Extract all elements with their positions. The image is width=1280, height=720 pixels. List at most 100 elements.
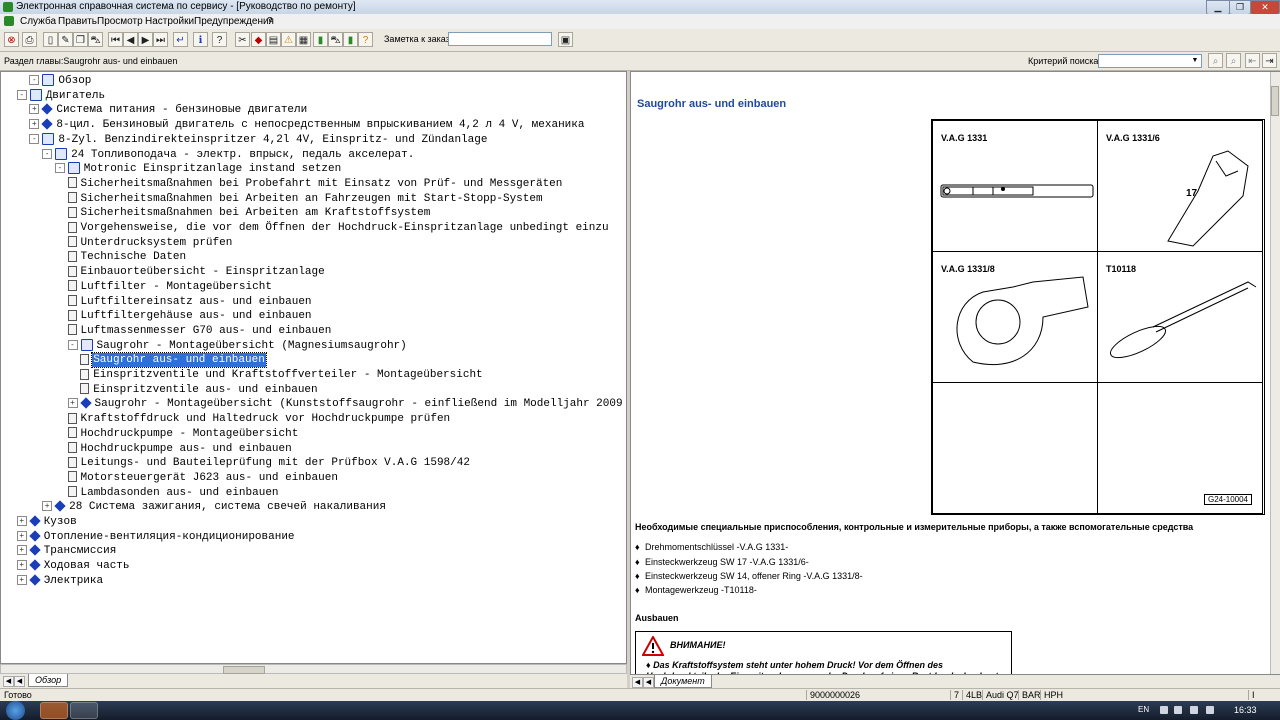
collapse-icon[interactable]: - <box>29 133 40 144</box>
tree-item[interactable]: Kraftstoffdruck und Haltedruck vor Hochd… <box>67 412 452 426</box>
tab-overview[interactable]: Обзор <box>28 674 69 687</box>
tab-document[interactable]: Документ <box>654 675 712 688</box>
order-note-button[interactable]: ▣ <box>558 32 573 47</box>
tree-item[interactable]: Luftfilter - Montageübersicht <box>67 280 273 294</box>
document-list-icon[interactable]: ▤ <box>266 32 281 47</box>
tree-item[interactable]: + Отопление-вентиляция-кондиционирование <box>16 530 296 544</box>
bookmark-icon[interactable]: ▮ <box>343 32 358 47</box>
expand-icon[interactable]: + <box>16 560 27 571</box>
vehicle-icon[interactable]: ⛍ <box>88 32 103 47</box>
tree-item[interactable]: - Двигатель <box>16 88 106 103</box>
tree-item[interactable]: Einbauorteübersicht - Einspritzanlage <box>67 265 326 279</box>
tree-item[interactable]: - Motronic Einspritzanlage instand setzen <box>54 162 342 176</box>
tree-item[interactable]: Sicherheitsmaßnahmen bei Arbeiten an Fah… <box>67 192 544 206</box>
expand-icon[interactable]: + <box>29 104 40 115</box>
tree-item[interactable]: Vorgehensweise, die vor dem Öffnen der H… <box>67 221 610 235</box>
collapse-icon[interactable]: - <box>16 89 27 100</box>
expand-icon[interactable]: + <box>16 516 27 527</box>
car-icon[interactable]: ⛍ <box>328 32 343 47</box>
tray-icon[interactable] <box>1174 706 1182 714</box>
tree-item[interactable]: Sicherheitsmaßnahmen bei Arbeiten am Kra… <box>67 206 432 220</box>
back-icon[interactable]: ↵ <box>173 32 188 47</box>
tree-item[interactable]: Sicherheitsmaßnahmen bei Probefahrt mit … <box>67 177 564 191</box>
language-indicator[interactable]: EN <box>1138 705 1149 714</box>
menu-warnings[interactable]: Предупреждения <box>194 16 274 27</box>
copy-document-icon[interactable]: ❐ <box>73 32 88 47</box>
next-page-icon[interactable]: ▶ <box>138 32 153 47</box>
tree-item[interactable]: + Электрика <box>16 574 104 588</box>
order-note-input[interactable] <box>448 32 552 46</box>
tree-item[interactable]: + Ходовая часть <box>16 559 131 573</box>
print-icon[interactable]: ⎙ <box>22 32 37 47</box>
edit-document-icon[interactable]: ✎ <box>58 32 73 47</box>
menu-view[interactable]: Просмотр <box>97 16 143 27</box>
tab-first-icon[interactable]: ◀ <box>3 676 14 687</box>
search-forward-icon[interactable]: ⇥ <box>1262 53 1277 68</box>
tree-item[interactable]: +8-цил. Бензиновый двигатель с непосредс… <box>29 118 585 132</box>
exit-icon[interactable]: ⊗ <box>4 32 19 47</box>
scrollbar-thumb[interactable] <box>223 666 265 674</box>
scrollbar-thumb[interactable] <box>1271 86 1279 116</box>
tree-item[interactable]: Motorsteuergerät J623 aus- und einbauen <box>67 471 339 485</box>
tree-item[interactable]: - 24 Топливоподача - электр. впрыск, педа… <box>42 147 415 162</box>
window-title-bar[interactable]: Электронная справочная система по сервис… <box>0 0 1280 15</box>
expand-icon[interactable]: + <box>16 574 27 585</box>
tree-item[interactable]: Leitungs- und Bauteileprüfung mit der Pr… <box>67 456 471 470</box>
tree-item[interactable]: Unterdrucksystem prüfen <box>67 236 234 250</box>
menu-settings[interactable]: Настройки <box>145 16 194 27</box>
collapse-icon[interactable]: - <box>29 75 40 86</box>
menu-help[interactable]: ? <box>267 16 273 27</box>
search-icon[interactable]: ⌕ <box>1208 53 1223 68</box>
network-icon[interactable] <box>1190 706 1198 714</box>
collapse-icon[interactable]: - <box>54 163 65 174</box>
tab-first-icon[interactable]: ◀ <box>632 677 643 688</box>
tree-item[interactable]: Einspritzventile aus- und einbauen <box>80 383 318 397</box>
tree-item[interactable]: Hochdruckpumpe aus- und einbauen <box>67 442 293 456</box>
new-document-icon[interactable]: ▯ <box>43 32 58 47</box>
first-page-icon[interactable]: ⏮ <box>108 32 123 47</box>
search-criteria-select[interactable]: ▼ <box>1098 54 1202 68</box>
diagnostics-icon[interactable]: ◆ <box>251 32 266 47</box>
tree-item[interactable]: Saugrohr aus- und einbauen <box>80 352 267 369</box>
start-button[interactable] <box>6 701 25 720</box>
tree-item[interactable]: Luftfiltergehäuse aus- und einbauen <box>67 309 313 323</box>
search-back-icon[interactable]: ⇤ <box>1245 53 1260 68</box>
previous-page-icon[interactable]: ◀ <box>123 32 138 47</box>
navigation-tree[interactable]: - Обзор - Двигатель + Система питания - бензи… <box>0 71 627 664</box>
tree-horizontal-scrollbar[interactable] <box>0 664 627 674</box>
tree-item[interactable]: - Обзор <box>29 74 92 88</box>
tree-item[interactable]: +28 Система зажигания, система свечей на… <box>42 500 387 514</box>
tree-item[interactable]: + Система питания - бензиновые двигатели <box>29 103 308 117</box>
expand-icon[interactable]: + <box>16 545 27 556</box>
tray-icon[interactable] <box>1160 706 1168 714</box>
green-book-icon[interactable]: ▮ <box>313 32 328 47</box>
maximize-button[interactable]: ❐ <box>1229 0 1251 15</box>
tree-item[interactable]: + Saugrohr - Montageübersicht (Kunststoff… <box>67 397 624 411</box>
document-vertical-scrollbar[interactable] <box>1270 72 1280 674</box>
expand-icon[interactable]: + <box>29 119 40 130</box>
expand-icon[interactable]: + <box>16 530 27 541</box>
tree-item[interactable]: - 8-Zyl. Benzindirekteinspritzer 4,2l 4V,… <box>29 132 488 147</box>
search-next-icon[interactable]: ⌕ <box>1226 53 1241 68</box>
tree-item[interactable]: Einspritzventile und Kraftstoffverteiler… <box>80 368 483 382</box>
tree-item[interactable]: Luftmassenmesser G70 aus- und einbauen <box>67 324 333 338</box>
menu-edit[interactable]: Править <box>58 16 97 27</box>
tree-item[interactable]: Luftfiltereinsatz aus- und einbauen <box>67 295 313 309</box>
tree-item[interactable]: - Saugrohr - Montageübersicht (Magnesiums… <box>67 338 408 353</box>
volume-icon[interactable] <box>1206 706 1214 714</box>
tree-item[interactable]: Technische Daten <box>67 250 188 264</box>
tab-prev-icon[interactable]: ◀ <box>14 676 25 687</box>
minimize-button[interactable]: ▁ <box>1206 0 1230 15</box>
app-taskbar-icon[interactable] <box>70 702 98 719</box>
question-tool-icon[interactable]: ? <box>358 32 373 47</box>
last-page-icon[interactable]: ⏭ <box>153 32 168 47</box>
tab-prev-icon[interactable]: ◀ <box>643 677 654 688</box>
tools-icon[interactable]: ✂ <box>235 32 250 47</box>
close-button[interactable]: ✕ <box>1250 0 1280 15</box>
warning-icon[interactable]: ⚠ <box>281 32 296 47</box>
tree-item[interactable]: Hochdruckpumpe - Montageübersicht <box>67 427 300 441</box>
info-icon[interactable]: ℹ <box>193 32 208 47</box>
menu-service[interactable]: Служба <box>20 16 56 27</box>
notes-icon[interactable]: ▦ <box>296 32 311 47</box>
tree-item[interactable]: + Трансмиссия <box>16 544 118 558</box>
